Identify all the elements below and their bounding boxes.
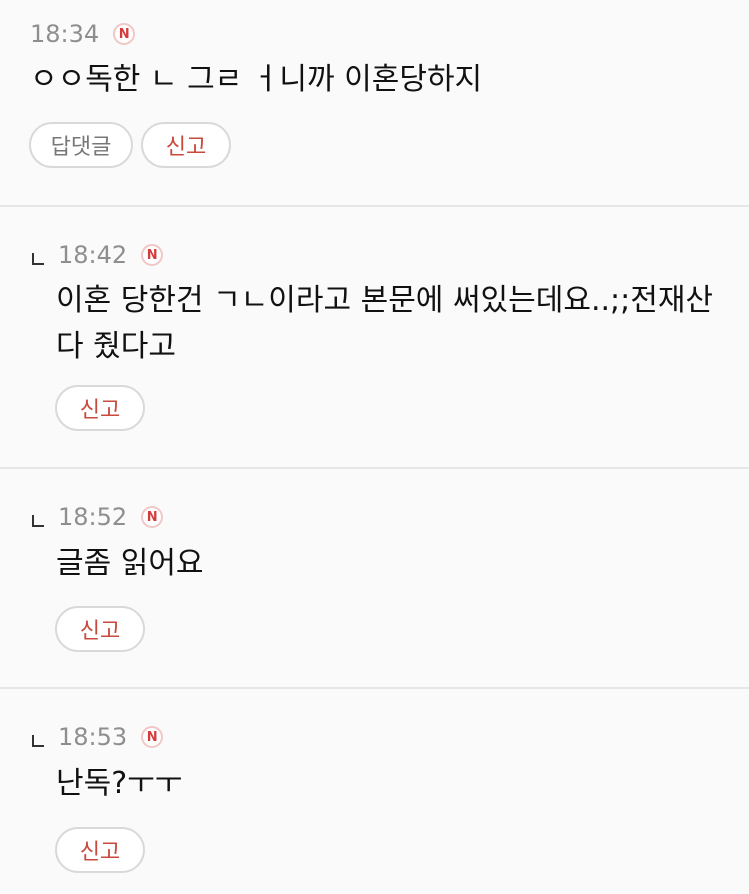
new-badge-icon: N — [141, 506, 164, 528]
comment-time: 18:52 — [58, 503, 128, 531]
report-button[interactable]: 신고 — [141, 122, 231, 168]
comment-text: 이혼 당한건 ㄱㄴ이라고 본문에 써있는데요..;;전재산 다 줬다고 — [56, 283, 714, 364]
reply-comment-item: 18:52 N 글좀 읽어요 신고 — [0, 469, 749, 689]
comment-text: 난독?ㅜㅜ — [56, 766, 183, 801]
report-button[interactable]: 신고 — [55, 606, 145, 652]
reply-arrow-icon — [32, 253, 44, 265]
comment-meta: 18:53 N — [32, 723, 164, 751]
comment-list: 18:34 N ㅇㅇ독한 ㄴ 그ㄹ ㅓ니까 이혼당하지 답댓글 신고 18:42… — [0, 0, 749, 894]
new-badge-icon: N — [113, 23, 136, 45]
new-badge-icon: N — [141, 726, 164, 748]
report-button[interactable]: 신고 — [55, 385, 145, 431]
comment-item: 18:34 N ㅇㅇ독한 ㄴ 그ㄹ ㅓ니까 이혼당하지 답댓글 신고 — [0, 0, 749, 207]
comment-time: 18:34 — [30, 20, 100, 48]
comment-meta: 18:34 N — [30, 20, 136, 48]
reply-button[interactable]: 답댓글 — [29, 122, 133, 168]
reply-comment-item: 18:42 N 이혼 당한건 ㄱㄴ이라고 본문에 써있는데요..;;전재산 다 … — [0, 207, 749, 469]
reply-comment-item: 18:53 N 난독?ㅜㅜ 신고 — [0, 689, 749, 894]
comment-meta: 18:42 N — [32, 241, 164, 269]
report-button[interactable]: 신고 — [55, 827, 145, 873]
comment-text: ㅇㅇ독한 ㄴ 그ㄹ ㅓ니까 이혼당하지 — [30, 62, 483, 97]
reply-arrow-icon — [32, 735, 44, 747]
comment-text: 글좀 읽어요 — [56, 546, 204, 581]
comment-meta: 18:52 N — [32, 503, 164, 531]
reply-arrow-icon — [32, 515, 44, 527]
comment-time: 18:53 — [58, 723, 128, 751]
comment-time: 18:42 — [58, 241, 128, 269]
new-badge-icon: N — [141, 244, 164, 266]
